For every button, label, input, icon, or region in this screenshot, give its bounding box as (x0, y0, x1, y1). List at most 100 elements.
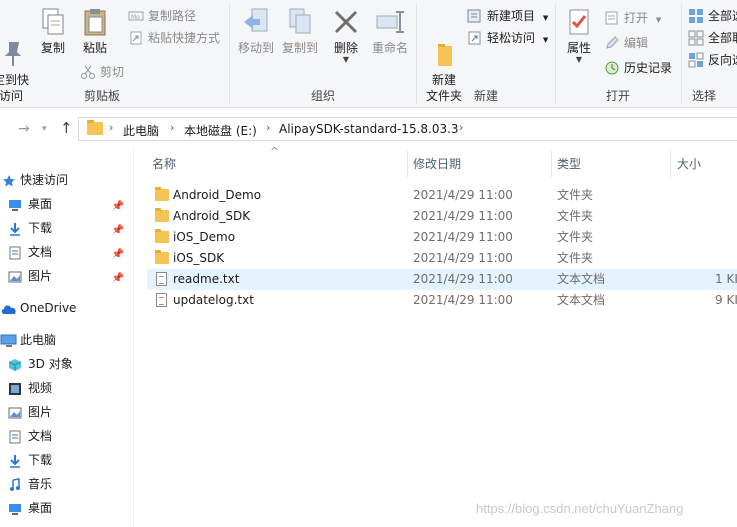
select-all-button[interactable]: 全部选 (688, 6, 737, 26)
rename-icon (374, 6, 406, 38)
pin-icon[interactable]: 📌 (112, 244, 124, 266)
up-arrow-icon[interactable]: ↑ (60, 119, 73, 137)
file-date: 2021/4/29 11:00 (413, 188, 513, 202)
delete-button[interactable]: 删除 ▼ (326, 6, 366, 64)
pictures-icon (8, 269, 22, 283)
select-all-icon (688, 8, 704, 24)
move-to-button[interactable]: 移动到 (232, 6, 280, 56)
file-name: Android_Demo (173, 188, 262, 202)
pin-icon[interactable]: 📌 (112, 196, 124, 218)
copy-button[interactable]: 复制 (30, 6, 76, 56)
new-item-button[interactable]: 新建项目 ▼ (467, 6, 548, 26)
nav-music[interactable]: 音乐 (0, 473, 52, 495)
copy-path-button[interactable]: Mo 复制路径 (128, 6, 196, 26)
computer-icon (0, 333, 18, 347)
nav-3d-objects[interactable]: 3D 对象 (0, 353, 73, 375)
easy-access-button[interactable]: 轻松访问 ▼ (467, 28, 548, 48)
copy-path-icon: Mo (128, 8, 144, 24)
address-row: → ▾ ↑ › 此电脑 › 本地磁盘 (E:) › AlipaySDK-stan… (0, 109, 737, 149)
organize-group: 移动到 复制到 删除 ▼ 重命名 组织 (230, 0, 416, 107)
file-name: iOS_Demo (173, 230, 236, 244)
breadcrumb-this-pc[interactable]: 此电脑 (123, 122, 159, 139)
new-item-icon (467, 8, 483, 24)
new-group-label: 新建 (473, 89, 498, 103)
open-icon (604, 10, 620, 26)
star-icon (2, 173, 16, 187)
nav-quick-downloads[interactable]: 下载 📌 (0, 217, 134, 239)
nav-quick-desktop[interactable]: 桌面 📌 (0, 193, 134, 215)
document-icon (8, 429, 22, 444)
history-icon (604, 60, 620, 76)
copy-icon (37, 6, 69, 38)
breadcrumb-current-folder[interactable]: AlipaySDK-standard-15.8.03.3 (279, 122, 459, 136)
file-name: iOS_SDK (173, 251, 225, 265)
delete-icon (330, 6, 362, 38)
file-row[interactable]: updatelog.txt 2021/4/29 11:00 文本文档 9 KI (147, 290, 737, 311)
file-row[interactable]: iOS_SDK 2021/4/29 11:00 文件夹 (147, 248, 737, 269)
chevron-right-icon[interactable]: › (266, 121, 270, 134)
chevron-right-icon[interactable]: › (109, 121, 113, 134)
paste-button[interactable]: 粘贴 (72, 6, 118, 56)
navigation-pane: 快速访问 桌面 📌 下载 📌 文档 📌 图片 📌 OneDrive 此电脑 3D… (0, 149, 134, 527)
chevron-down-icon: ▼ (542, 14, 549, 22)
folder-icon (155, 250, 169, 264)
ribbon: 定到快 访问 复制 粘贴 Mo 复制路径 粘贴快捷方式 剪切 剪贴板 (0, 0, 737, 108)
file-row[interactable]: iOS_Demo 2021/4/29 11:00 文件夹 (147, 227, 737, 248)
sort-ascending-icon: ^ (270, 145, 280, 158)
file-size: 1 KI (715, 272, 737, 286)
folder-icon (87, 120, 103, 135)
nav-onedrive[interactable]: OneDrive (0, 297, 76, 319)
select-group-label: 选择 (691, 89, 716, 103)
nav-quick-documents[interactable]: 文档 📌 (0, 241, 134, 263)
chevron-right-icon[interactable]: › (459, 121, 463, 134)
history-button[interactable]: 历史记录 (604, 58, 672, 78)
nav-downloads[interactable]: 下载 (0, 449, 52, 471)
music-note-icon (8, 477, 22, 491)
file-type: 文件夹 (557, 251, 594, 265)
download-icon (8, 453, 22, 468)
column-header-size[interactable]: 大小 (677, 149, 701, 179)
cut-button[interactable]: 剪切 (80, 62, 124, 82)
nav-documents[interactable]: 文档 (0, 425, 52, 447)
column-header-type[interactable]: 类型 (557, 149, 581, 179)
pin-icon (0, 22, 27, 66)
breadcrumb-local-disk[interactable]: 本地磁盘 (E:) (184, 122, 257, 139)
edit-button[interactable]: 编辑 (604, 33, 648, 53)
pin-icon[interactable]: 📌 (112, 220, 124, 242)
nav-videos[interactable]: 视频 (0, 377, 52, 399)
watermark: https://blog.csdn.net/chuYuanZhang (476, 501, 684, 516)
paste-shortcut-icon (128, 30, 144, 46)
video-icon (8, 381, 22, 395)
nav-desktop[interactable]: 桌面 (0, 497, 52, 519)
file-row[interactable]: Android_SDK 2021/4/29 11:00 文件夹 (147, 206, 737, 227)
column-header-date[interactable]: 修改日期 (413, 149, 461, 179)
open-button[interactable]: 打开 ▼ (604, 8, 661, 28)
nav-this-pc[interactable]: 此电脑 (0, 329, 56, 351)
organize-group-label: 组织 (310, 89, 335, 103)
nav-pictures[interactable]: 图片 (0, 401, 52, 423)
folder-icon (155, 229, 169, 243)
column-divider[interactable] (407, 151, 408, 177)
chevron-down-icon: ▼ (342, 55, 350, 64)
nav-quick-pictures[interactable]: 图片 📌 (0, 265, 134, 287)
copy-to-button[interactable]: 复制到 (276, 6, 324, 56)
rename-button[interactable]: 重命名 (366, 6, 414, 56)
file-row[interactable]: Android_Demo 2021/4/29 11:00 文件夹 (147, 185, 737, 206)
column-divider[interactable] (670, 151, 671, 177)
forward-arrow-icon[interactable]: → (18, 121, 30, 137)
file-size: 9 KI (715, 293, 737, 307)
invert-selection-button[interactable]: 反向选 (688, 50, 737, 70)
column-header-name[interactable]: 名称 (152, 149, 176, 179)
pin-icon[interactable]: 📌 (112, 268, 124, 290)
paste-shortcut-button[interactable]: 粘贴快捷方式 (128, 28, 220, 48)
nav-quick-access[interactable]: 快速访问 (0, 169, 68, 191)
recent-locations-chevron-icon[interactable]: ▾ (42, 124, 47, 134)
file-type: 文件夹 (557, 209, 594, 223)
file-date: 2021/4/29 11:00 (413, 209, 513, 223)
column-divider[interactable] (551, 151, 552, 177)
file-row[interactable]: readme.txt 2021/4/29 11:00 文本文档 1 KI (147, 269, 737, 290)
address-bar[interactable]: › 此电脑 › 本地磁盘 (E:) › AlipaySDK-standard-1… (78, 117, 737, 141)
properties-button[interactable]: 属性 ▼ (558, 6, 600, 64)
chevron-right-icon[interactable]: › (170, 121, 174, 134)
select-none-button[interactable]: 全部取 (688, 28, 737, 48)
